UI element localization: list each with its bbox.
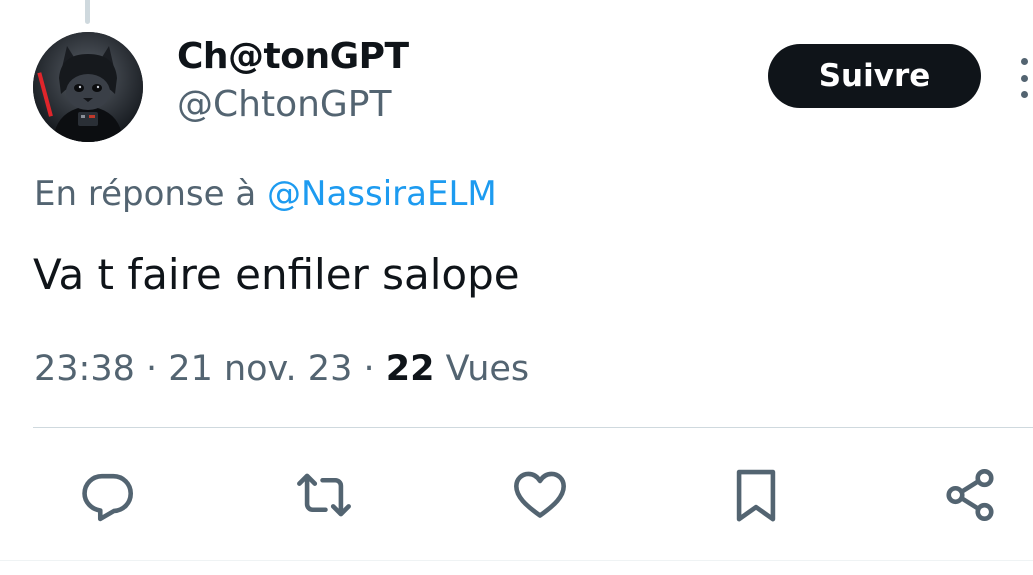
reply-mention-link[interactable]: @NassiraELM [267,174,497,214]
bookmark-icon [736,469,776,522]
user-handle[interactable]: @ChtonGPT [177,84,392,125]
follow-button[interactable]: Suivre [768,44,981,108]
views-label[interactable]: Vues [446,349,530,389]
views-count[interactable]: 22 [386,349,435,389]
like-button[interactable] [510,465,570,525]
tweet-time[interactable]: 23:38 [34,349,135,389]
retweet-button[interactable] [294,465,354,525]
more-vertical-icon[interactable] [1014,58,1033,98]
meta-separator: · [146,349,158,389]
divider [33,427,1033,428]
reply-icon [82,473,134,522]
share-icon [946,469,994,521]
reply-prefix: En réponse à [34,174,257,214]
share-button[interactable] [940,465,1000,525]
retweet-icon [297,473,351,517]
reply-context: En réponse à @NassiraELM [34,174,497,214]
like-icon [514,471,566,518]
avatar[interactable] [33,32,143,142]
bookmark-button[interactable] [726,465,786,525]
thread-connector-line [85,0,90,24]
display-name[interactable]: Ch@tonGPT [177,36,409,77]
reply-button[interactable] [78,465,138,525]
bottom-divider [0,560,1033,561]
meta-separator: · [363,349,375,389]
tweet-text: Va t faire enfiler salope [33,250,520,299]
tweet-meta: 23:38 · 21 nov. 23 · 22 Vues [34,349,529,389]
darth-vader-cat-avatar-icon [33,32,143,142]
tweet-date[interactable]: 21 nov. 23 [168,349,352,389]
